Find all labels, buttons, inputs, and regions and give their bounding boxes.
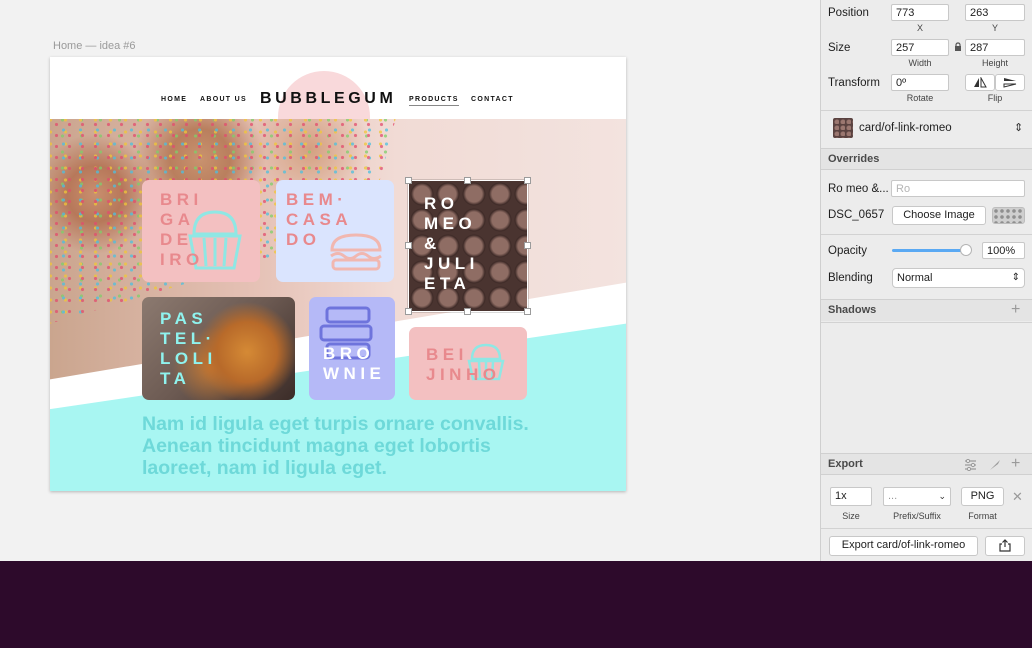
card-bem-casado-title: BEM· CASA DO bbox=[286, 190, 353, 249]
close-icon[interactable]: ✕ bbox=[1012, 490, 1023, 504]
body-text[interactable]: Nam id ligula eget turpis ornare convall… bbox=[142, 413, 562, 479]
override-text-label: Ro meo &... bbox=[828, 183, 889, 195]
resize-handle-br[interactable] bbox=[524, 308, 531, 315]
export-prefix-label: Prefix/Suffix bbox=[893, 511, 941, 521]
share-icon bbox=[999, 539, 1011, 552]
transform-label: Transform bbox=[828, 77, 880, 89]
override-image-thumbnail[interactable] bbox=[992, 207, 1025, 224]
blending-value: Normal bbox=[897, 272, 933, 284]
flip-vertical-button[interactable] bbox=[995, 74, 1025, 91]
add-export-icon[interactable]: + bbox=[1011, 456, 1020, 472]
width-label: Width bbox=[908, 58, 932, 68]
slice-knife-icon[interactable] bbox=[989, 459, 1001, 471]
override-text-input[interactable]: Ro bbox=[891, 180, 1025, 197]
divider bbox=[821, 110, 1032, 111]
export-size-input[interactable]: 1x bbox=[830, 487, 872, 506]
card-bem-casado[interactable]: BEM· CASA DO bbox=[276, 180, 394, 282]
card-pastel-title: PAS TEL· LOLI TA bbox=[160, 309, 217, 388]
symbol-thumbnail bbox=[833, 118, 853, 138]
add-shadow-icon[interactable]: + bbox=[1011, 302, 1020, 318]
chevron-updown-icon: ⇕ bbox=[1011, 272, 1020, 283]
chevron-updown-icon[interactable]: ⇕ bbox=[1014, 121, 1023, 135]
y-label: Y bbox=[991, 23, 998, 33]
opacity-slider-track[interactable] bbox=[892, 249, 968, 252]
width-input[interactable]: 257 bbox=[891, 39, 949, 56]
override-image-label: DSC_0657 bbox=[828, 209, 885, 221]
brand-logo[interactable]: BUBBLEGUM bbox=[260, 90, 396, 108]
artboard-label[interactable]: Home — idea #6 bbox=[53, 40, 136, 52]
divider bbox=[821, 234, 1032, 235]
height-input[interactable]: 287 bbox=[965, 39, 1025, 56]
divider bbox=[821, 322, 1032, 323]
position-y-input[interactable]: 263 bbox=[965, 4, 1025, 21]
card-beijinho[interactable]: BEI JINHO bbox=[409, 327, 527, 400]
flip-vertical-icon bbox=[1003, 78, 1017, 88]
nav-home[interactable]: HOME bbox=[161, 96, 187, 103]
resize-handle-bl[interactable] bbox=[405, 308, 412, 315]
flip-horizontal-icon bbox=[974, 76, 987, 88]
blending-select[interactable]: Normal ⇕ bbox=[892, 268, 1025, 288]
position-label: Position bbox=[828, 7, 869, 19]
opacity-label: Opacity bbox=[828, 245, 867, 257]
opacity-input[interactable]: 100% bbox=[982, 242, 1025, 259]
divider bbox=[821, 528, 1032, 529]
rotate-input[interactable]: 0º bbox=[891, 74, 949, 91]
x-label: X bbox=[916, 23, 923, 33]
blending-label: Blending bbox=[828, 272, 873, 284]
export-header: Export + bbox=[821, 453, 1032, 475]
flip-horizontal-button[interactable] bbox=[965, 74, 995, 91]
card-brigadeiro-title: BRI GA DE IRO bbox=[160, 190, 204, 269]
canvas-area[interactable]: Home — idea #6 HOME ABOUT US BUBBLEGUM P… bbox=[0, 0, 820, 561]
export-button[interactable]: Export card/of-link-romeo bbox=[829, 536, 978, 556]
resize-handle-tr[interactable] bbox=[524, 177, 531, 184]
overrides-header: Overrides bbox=[821, 148, 1032, 170]
shadows-header: Shadows + bbox=[821, 299, 1032, 321]
export-size-label: Size bbox=[842, 511, 860, 521]
resize-handle-tl[interactable] bbox=[405, 177, 412, 184]
size-label: Size bbox=[828, 42, 851, 54]
dock-background bbox=[0, 561, 1032, 648]
symbol-name[interactable]: card/of-link-romeo bbox=[859, 122, 952, 134]
card-beijinho-title: BEI JINHO bbox=[426, 345, 501, 384]
lock-icon[interactable] bbox=[954, 42, 962, 52]
chevron-down-icon: ⌄ bbox=[938, 491, 946, 501]
export-format-label: Format bbox=[968, 511, 997, 521]
flip-label: Flip bbox=[987, 93, 1003, 103]
nav-products[interactable]: PRODUCTS bbox=[409, 96, 459, 106]
card-brigadeiro[interactable]: BRI GA DE IRO bbox=[142, 180, 260, 282]
export-prefix-select[interactable]: ... ⌄ bbox=[883, 487, 951, 506]
choose-image-button[interactable]: Choose Image bbox=[892, 206, 986, 225]
card-brownie[interactable]: BRO WNIE bbox=[309, 297, 395, 400]
height-label: Height bbox=[981, 58, 1008, 68]
rotate-label: Rotate bbox=[906, 93, 934, 103]
shadows-title: Shadows bbox=[828, 304, 877, 316]
artboard[interactable]: HOME ABOUT US BUBBLEGUM PRODUCTS CONTACT… bbox=[50, 57, 626, 491]
export-format-select[interactable]: PNG bbox=[961, 487, 1004, 506]
card-pastel-lolita[interactable]: PAS TEL· LOLI TA bbox=[142, 297, 295, 400]
card-brownie-title: BRO WNIE bbox=[323, 344, 386, 383]
opacity-slider-knob[interactable] bbox=[960, 244, 972, 256]
overrides-title: Overrides bbox=[828, 153, 880, 165]
position-x-input[interactable]: 773 bbox=[891, 4, 949, 21]
nav-about-us[interactable]: ABOUT US bbox=[200, 96, 247, 103]
resize-handle-t[interactable] bbox=[464, 177, 471, 184]
card-romeo-julieta[interactable]: RO MEO & JULI ETA bbox=[408, 180, 528, 312]
export-settings-icon[interactable] bbox=[964, 459, 977, 471]
inspector-panel: Position 773 263 X Y Size 257 287 Width … bbox=[820, 0, 1032, 561]
card-romeo-title: RO MEO & JULI ETA bbox=[424, 194, 479, 293]
export-prefix-value: ... bbox=[888, 490, 898, 502]
site-nav: HOME ABOUT US BUBBLEGUM PRODUCTS CONTACT bbox=[50, 57, 626, 119]
resize-handle-r[interactable] bbox=[524, 242, 531, 249]
nav-contact[interactable]: CONTACT bbox=[471, 96, 514, 103]
resize-handle-l[interactable] bbox=[405, 242, 412, 249]
share-button[interactable] bbox=[985, 536, 1025, 556]
resize-handle-b[interactable] bbox=[464, 308, 471, 315]
export-title: Export bbox=[828, 458, 863, 470]
